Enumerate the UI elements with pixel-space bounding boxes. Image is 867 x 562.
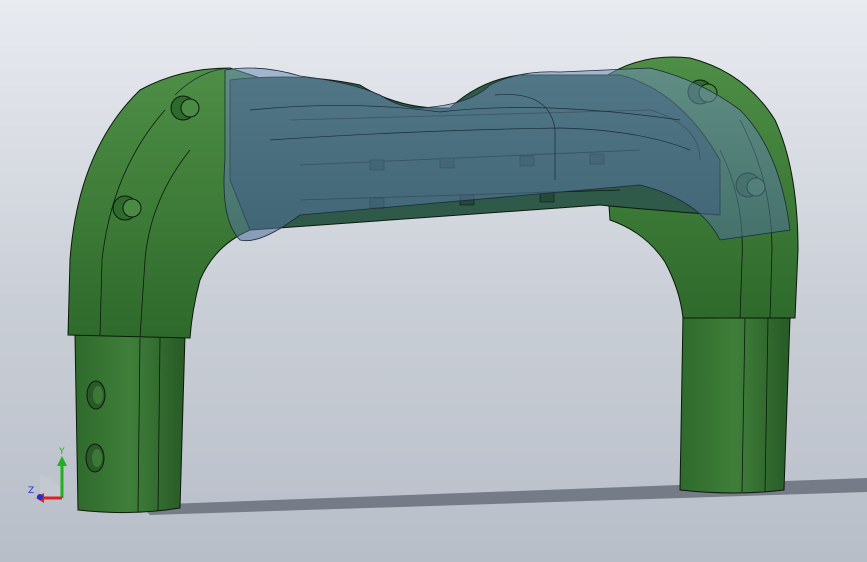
z-axis	[37, 494, 43, 500]
orientation-triad: Y Z	[28, 447, 67, 503]
y-axis-label: Y	[58, 447, 65, 457]
right-leg	[679, 314, 791, 494]
model-view[interactable]: Y Z	[0, 0, 867, 562]
z-axis-label: Z	[28, 486, 34, 496]
graphics-viewport[interactable]: Y Z	[0, 0, 867, 562]
left-leg	[74, 334, 186, 514]
